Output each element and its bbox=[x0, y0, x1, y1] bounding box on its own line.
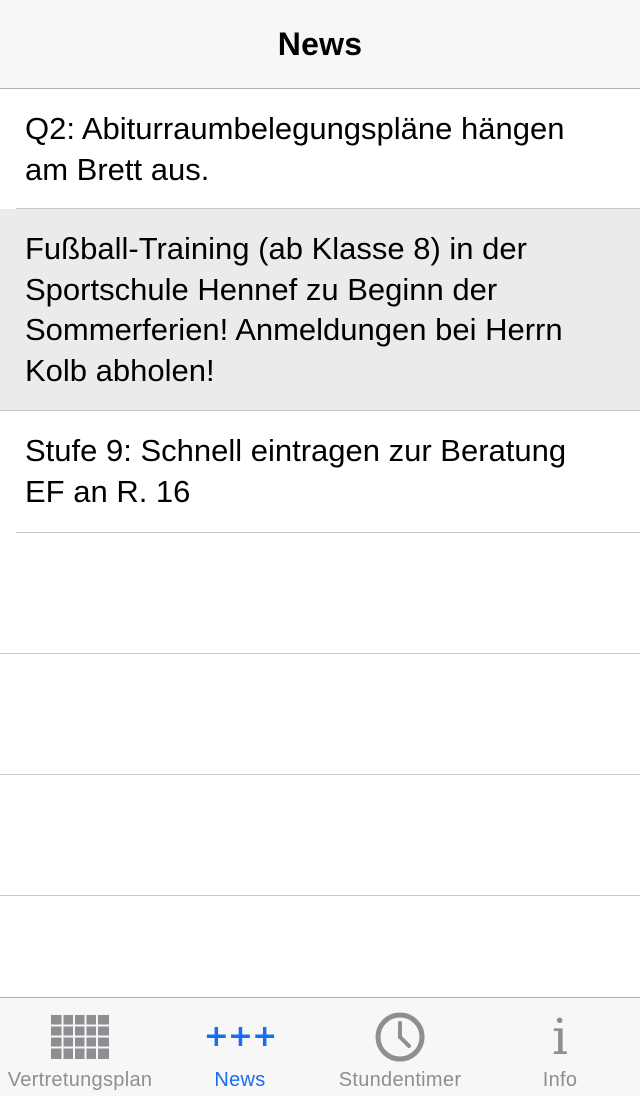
news-item[interactable]: Q2: Abiturraumbelegungspläne hängen am B… bbox=[0, 89, 640, 209]
news-item-text: Q2: Abiturraumbelegungspläne hängen am B… bbox=[25, 111, 565, 187]
navigation-bar: News bbox=[0, 0, 640, 89]
empty-row bbox=[0, 654, 640, 775]
news-item-text: Fußball-Training (ab Klasse 8) in der Sp… bbox=[25, 231, 563, 388]
plus-glyph: +++ bbox=[203, 1019, 277, 1054]
tab-label: News bbox=[214, 1069, 266, 1091]
info-icon: i bbox=[552, 1012, 568, 1062]
tab-vertretungsplan[interactable]: Vertretungsplan bbox=[0, 998, 160, 1096]
tab-label: Stundentimer bbox=[338, 1069, 462, 1091]
tab-news[interactable]: +++ News bbox=[160, 998, 320, 1096]
news-list[interactable]: Q2: Abiturraumbelegungspläne hängen am B… bbox=[0, 89, 640, 896]
tab-stundentimer[interactable]: Stundentimer bbox=[320, 998, 480, 1096]
tab-info[interactable]: i Info bbox=[480, 998, 640, 1096]
empty-row bbox=[0, 775, 640, 896]
info-glyph: i bbox=[552, 1008, 568, 1066]
news-item[interactable]: Stufe 9: Schnell eintragen zur Beratung … bbox=[0, 411, 640, 533]
news-item[interactable]: Fußball-Training (ab Klasse 8) in der Sp… bbox=[0, 209, 640, 411]
tab-bar: Vertretungsplan +++ News Stundentimer i bbox=[0, 997, 640, 1096]
tab-label: Info bbox=[542, 1069, 578, 1091]
page-title: News bbox=[277, 25, 363, 62]
plus-icon: +++ bbox=[203, 1012, 277, 1062]
clock-icon bbox=[374, 1012, 426, 1062]
tab-label: Vertretungsplan bbox=[7, 1069, 153, 1091]
empty-row bbox=[0, 533, 640, 654]
news-item-text: Stufe 9: Schnell eintragen zur Beratung … bbox=[25, 433, 567, 509]
grid-icon bbox=[51, 1012, 109, 1062]
app-screen: News Q2: Abiturraumbelegungspläne hängen… bbox=[0, 0, 640, 1096]
